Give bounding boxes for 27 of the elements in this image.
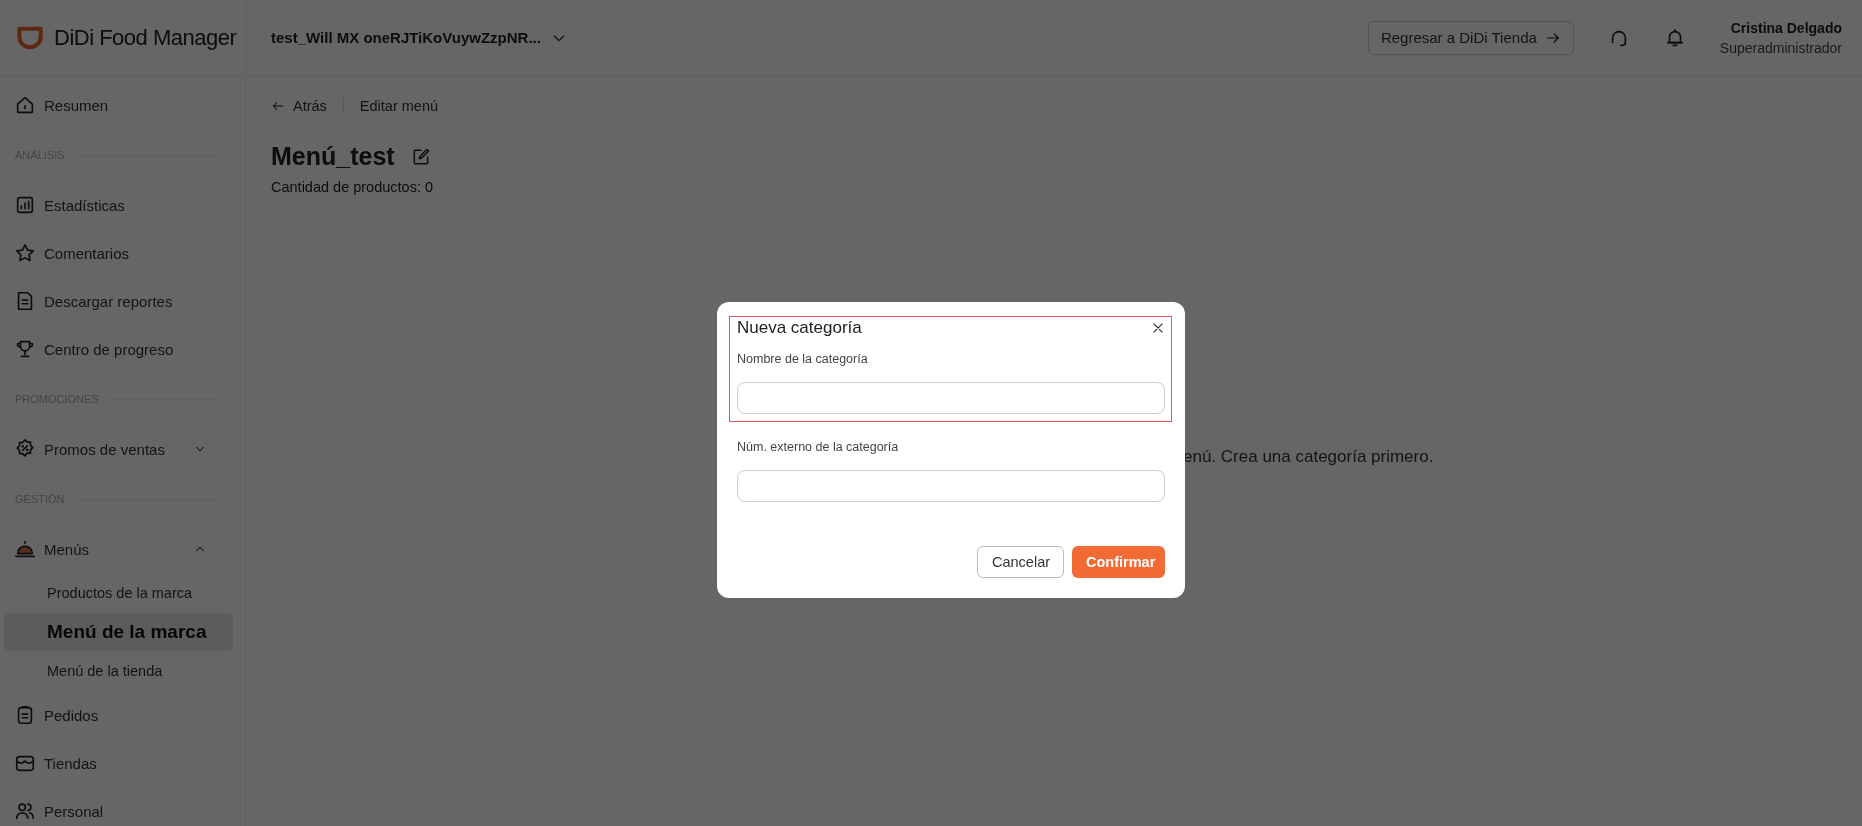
sidebar-item[interactable]: Descargar reportes — [0, 277, 233, 325]
sidebar-item[interactable]: Pedidos — [0, 691, 233, 739]
field-label: Nombre de la categoría — [737, 352, 869, 366]
user-role: Superadministrador — [1719, 38, 1842, 58]
user-name: Cristina Delgado — [1729, 18, 1842, 38]
field-label: Núm. externo de la categoría — [737, 440, 900, 454]
sidebar-item[interactable]: Comentarios — [0, 229, 233, 277]
return-to-store-button[interactable]: Regresar a DiDi Tienda — [1367, 20, 1574, 55]
sidebar-subitem[interactable]: Productos de la marca — [4, 573, 233, 613]
sidebar-item[interactable]: Resumen — [0, 81, 233, 129]
sidebar-item[interactable]: Promos de ventas — [0, 425, 233, 473]
sidebar-item[interactable]: Tiendas — [0, 739, 233, 787]
sidebar-subitem[interactable]: Menú de la tienda — [4, 651, 233, 691]
app-logo-text: DiDi Food Manager — [54, 24, 237, 51]
product-count: Cantidad de productos: 0 — [271, 179, 435, 195]
store-selector[interactable]: test_Will MX oneRJTiKoVuywZzpNR... — [271, 29, 567, 46]
dialog-title: Nueva categoría — [737, 318, 862, 338]
sidebar-item[interactable]: Estadísticas — [0, 181, 233, 229]
sidebar-item[interactable]: Centro de progreso — [0, 325, 233, 373]
sidebar-item[interactable]: Personal — [0, 787, 233, 826]
sidebar-item[interactable]: Menús — [0, 525, 233, 573]
cancel-button[interactable]: Cancelar — [977, 546, 1064, 578]
page-title: Menú_test — [271, 142, 395, 171]
breadcrumb-title: Editar menú — [358, 98, 439, 114]
back-link[interactable]: Atrás — [271, 98, 344, 114]
sidebar-subitem[interactable]: Menú de la marca — [4, 613, 233, 651]
confirm-button[interactable]: Confirmar — [1072, 546, 1165, 578]
